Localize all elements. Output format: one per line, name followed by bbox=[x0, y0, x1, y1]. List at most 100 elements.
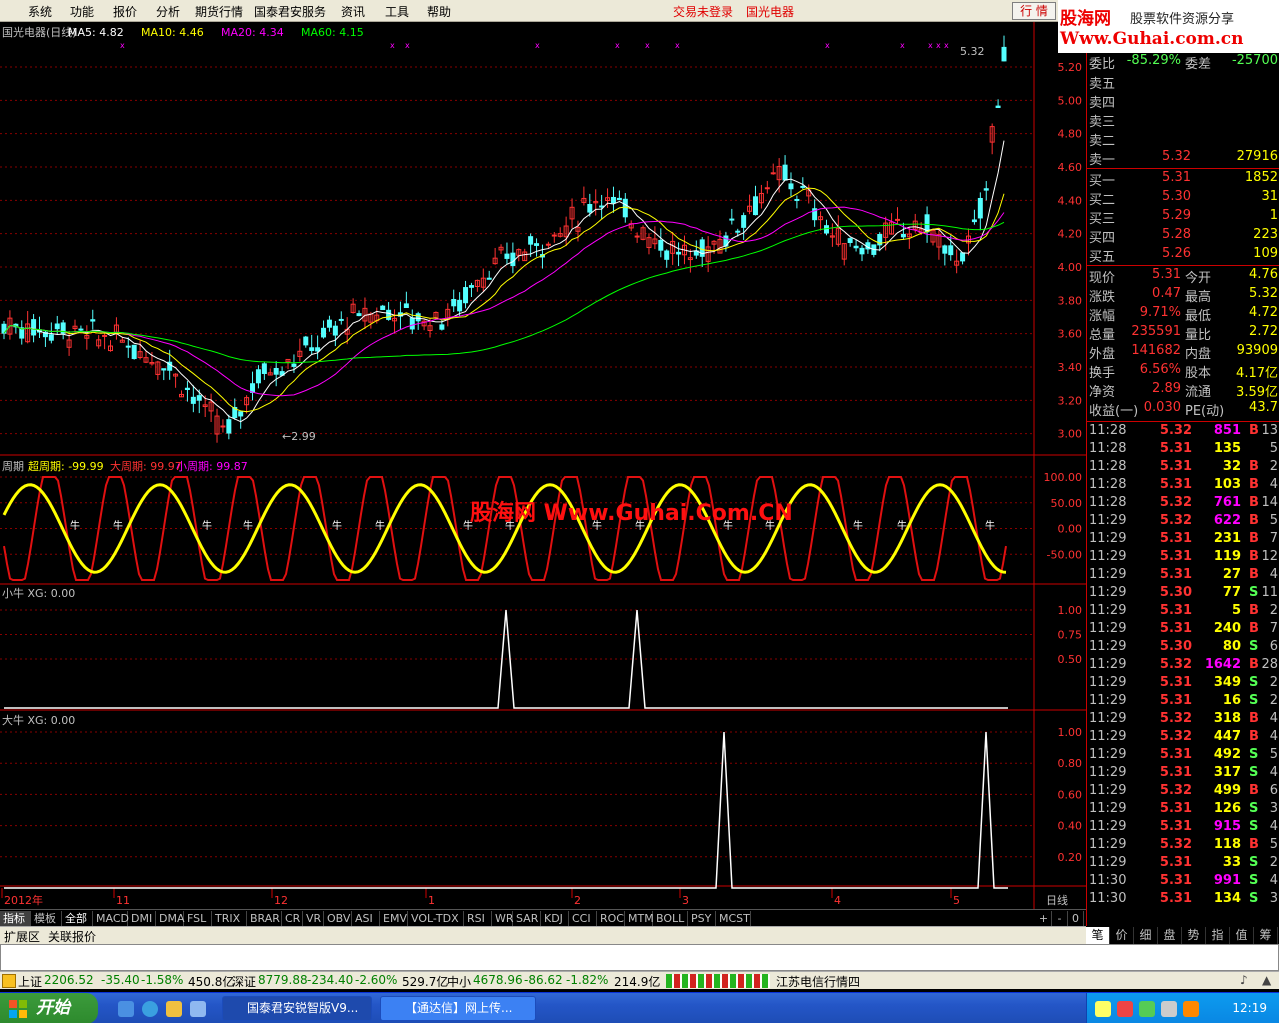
signal-marker: x bbox=[936, 41, 941, 50]
browser-icon[interactable] bbox=[142, 1001, 158, 1017]
candle-body bbox=[451, 298, 457, 307]
tick-row: 11:29 5.31 231 B 7 bbox=[1087, 531, 1279, 549]
menu-info[interactable]: 资讯 bbox=[341, 3, 365, 20]
quote-button[interactable]: 行 情 bbox=[1012, 2, 1056, 20]
tab-control-1[interactable]: - bbox=[1052, 911, 1068, 926]
tab-macd[interactable]: MACD bbox=[93, 911, 129, 926]
candle-body bbox=[983, 188, 989, 191]
candle-body bbox=[658, 239, 664, 251]
tab-control-0[interactable]: + bbox=[1036, 911, 1052, 926]
stat-label-2: 股本 bbox=[1185, 366, 1212, 381]
tray-network-icon[interactable] bbox=[1139, 1001, 1155, 1017]
tray-security-icon[interactable] bbox=[1117, 1001, 1133, 1017]
menu-analysis[interactable]: 分析 bbox=[156, 3, 180, 20]
tick-count: 4 bbox=[1269, 477, 1278, 492]
rtab-7[interactable]: 筹 bbox=[1254, 927, 1278, 944]
tray-qq-icon[interactable] bbox=[1095, 1001, 1111, 1017]
desktop-icon[interactable] bbox=[190, 1001, 206, 1017]
tick-count: 4 bbox=[1269, 873, 1278, 888]
stat-value: 0.030 bbox=[1143, 400, 1181, 415]
candle-body bbox=[752, 196, 758, 216]
candle-body bbox=[853, 245, 859, 249]
tray-app-icon[interactable] bbox=[1183, 1001, 1199, 1017]
tab-psy[interactable]: PSY bbox=[688, 911, 716, 926]
candle-body bbox=[622, 198, 628, 218]
rtab-5[interactable]: 指 bbox=[1206, 927, 1230, 944]
speaker-icon[interactable]: ♪ bbox=[1240, 973, 1248, 987]
menu-tools[interactable]: 工具 bbox=[385, 3, 409, 20]
tab-extension[interactable]: 扩展区 bbox=[4, 928, 40, 945]
tab-wr[interactable]: WR bbox=[492, 911, 514, 926]
menu-futures[interactable]: 期货行情 bbox=[195, 3, 243, 20]
tab-cci[interactable]: CCI bbox=[569, 911, 597, 926]
xiaoniu-tick: 0.75 bbox=[1058, 629, 1083, 642]
tab-vol-tdx[interactable]: VOL-TDX bbox=[408, 911, 464, 926]
tab-control-2[interactable]: 0 bbox=[1068, 911, 1084, 926]
tab-fsl[interactable]: FSL bbox=[184, 911, 212, 926]
tab-related-quote[interactable]: 关联报价 bbox=[48, 928, 96, 945]
tab-vr[interactable]: VR bbox=[303, 911, 324, 926]
rtab-4[interactable]: 势 bbox=[1182, 927, 1206, 944]
chart-area[interactable]: 5.20 5.00 4.80 4.60 4.40 4.20 4.00 3.80 3.60 3.40… bbox=[0, 22, 1086, 909]
tab-cr[interactable]: CR bbox=[282, 911, 303, 926]
tab-dma[interactable]: DMA bbox=[156, 911, 185, 926]
tab-obv[interactable]: OBV bbox=[324, 911, 352, 926]
tab-mtm[interactable]: MTM bbox=[625, 911, 654, 926]
buy-volume: 1 bbox=[1269, 208, 1278, 223]
start-button[interactable]: 开始 bbox=[0, 993, 98, 1023]
tab-全部[interactable]: 全部 bbox=[62, 911, 93, 926]
stat-value: 235591 bbox=[1131, 324, 1181, 339]
candle-body bbox=[788, 183, 794, 190]
rtab-1[interactable]: 价 bbox=[1110, 927, 1134, 944]
candle-body bbox=[794, 198, 800, 201]
menu-help[interactable]: 帮助 bbox=[427, 3, 451, 20]
tab-dmi[interactable]: DMI bbox=[128, 911, 156, 926]
menu-function[interactable]: 功能 bbox=[70, 3, 94, 20]
tray-volume-icon[interactable] bbox=[1161, 1001, 1177, 1017]
tab-模板[interactable]: 模板 bbox=[31, 911, 62, 926]
menu-quote[interactable]: 报价 bbox=[113, 3, 137, 20]
candle-body bbox=[409, 317, 415, 330]
ma5-line bbox=[3, 140, 1005, 423]
rtab-6[interactable]: 值 bbox=[1230, 927, 1254, 944]
system-tray: 12:19 bbox=[1086, 993, 1279, 1023]
stat-row: 总量 235591 量比 2.72 bbox=[1087, 324, 1279, 343]
daniu-tick: 0.20 bbox=[1058, 851, 1083, 864]
ie-icon[interactable] bbox=[118, 1001, 134, 1017]
task-tdx[interactable]: 【通达信】网上传... bbox=[380, 996, 536, 1021]
task-gtja[interactable]: 国泰君安锐智版V9... bbox=[222, 996, 372, 1021]
sell-row: 卖五 bbox=[1087, 73, 1279, 92]
tab-emv[interactable]: EMV bbox=[380, 911, 408, 926]
tab-roc[interactable]: ROC bbox=[597, 911, 625, 926]
tick-count: 14 bbox=[1261, 495, 1278, 510]
tick-row: 11:29 5.32 622 B 5 bbox=[1087, 513, 1279, 531]
arrow-up-icon[interactable]: ▲ bbox=[1262, 973, 1271, 987]
menu-gtja-service[interactable]: 国泰君安服务 bbox=[254, 3, 326, 20]
tab-boll[interactable]: BOLL bbox=[653, 911, 688, 926]
stock-name-link[interactable]: 国光电器 bbox=[746, 3, 794, 20]
candle-body bbox=[273, 368, 279, 375]
niu-marker: 牛 bbox=[985, 519, 995, 532]
tab-trix[interactable]: TRIX bbox=[212, 911, 247, 926]
rtab-3[interactable]: 盘 bbox=[1158, 927, 1182, 944]
candle-body bbox=[31, 319, 37, 336]
tab-sar[interactable]: SAR bbox=[513, 911, 541, 926]
tab-mcst[interactable]: MCST bbox=[716, 911, 751, 926]
rtab-0[interactable]: 笔 bbox=[1086, 927, 1110, 944]
tick-count: 2 bbox=[1269, 693, 1278, 708]
sh-percent: -1.58% bbox=[141, 973, 184, 987]
sell-label: 卖四 bbox=[1089, 96, 1116, 111]
trade-login-status[interactable]: 交易未登录 bbox=[673, 3, 733, 20]
tab-rsi[interactable]: RSI bbox=[464, 911, 492, 926]
qq-icon[interactable] bbox=[166, 1001, 182, 1017]
daniu-tick: 0.40 bbox=[1058, 820, 1083, 833]
tab-指标[interactable]: 指标 bbox=[0, 911, 31, 926]
candle-body bbox=[315, 347, 321, 352]
tab-brar[interactable]: BRAR bbox=[247, 911, 282, 926]
menu-system[interactable]: 系统 bbox=[28, 3, 52, 20]
buy-price: 5.30 bbox=[1162, 189, 1191, 204]
tab-kdj[interactable]: KDJ bbox=[541, 911, 569, 926]
tick-direction: S bbox=[1249, 747, 1259, 762]
tab-asi[interactable]: ASI bbox=[352, 911, 380, 926]
rtab-2[interactable]: 细 bbox=[1134, 927, 1158, 944]
